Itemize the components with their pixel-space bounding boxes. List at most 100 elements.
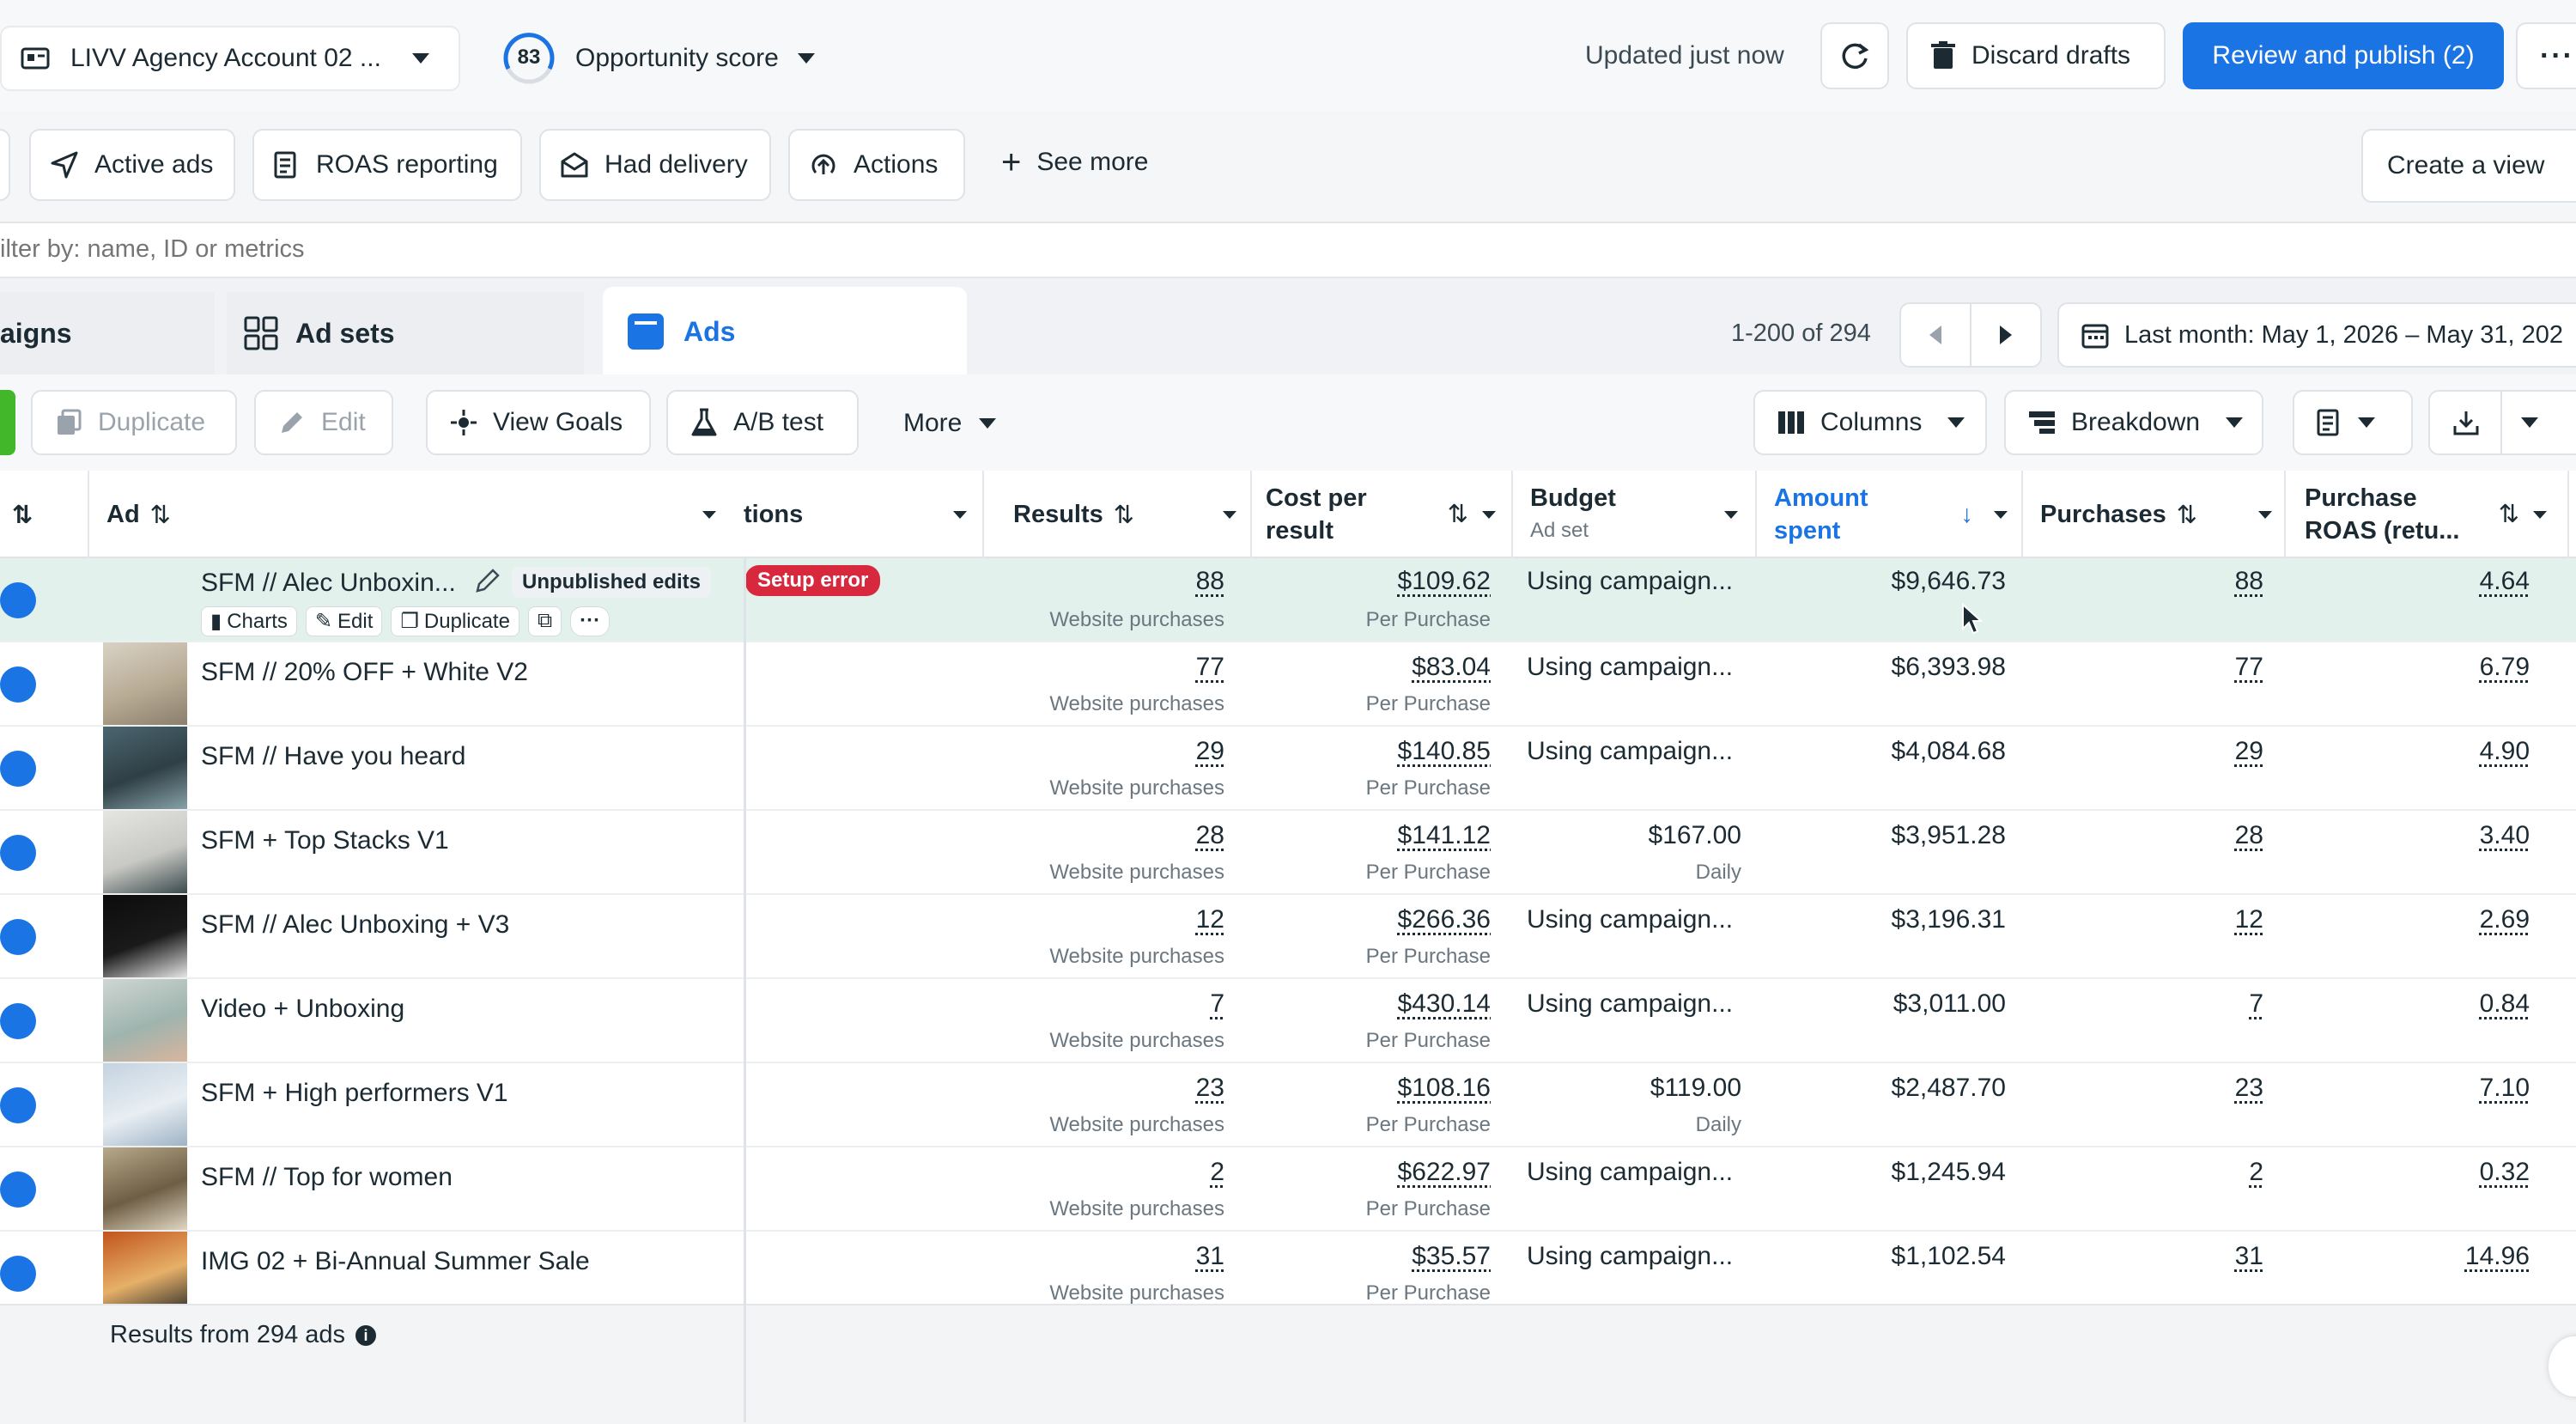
view-active-ads[interactable] bbox=[0, 129, 10, 201]
status-toggle[interactable] bbox=[0, 1003, 36, 1039]
table-row[interactable]: SFM // Top for women 2 Website purchases $6… bbox=[0, 1147, 2576, 1232]
breakdown-dropdown[interactable]: Breakdown bbox=[2004, 390, 2263, 455]
status-toggle[interactable] bbox=[0, 751, 36, 787]
purchases-value[interactable]: 28 bbox=[2235, 821, 2263, 850]
account-selector[interactable]: LIVV Agency Account 02 ... bbox=[0, 26, 460, 91]
ad-name[interactable]: SFM // 20% OFF + White V2 bbox=[201, 658, 528, 687]
ad-thumbnail[interactable] bbox=[103, 727, 187, 809]
row-more-button[interactable]: ··· bbox=[570, 606, 611, 636]
help-widget[interactable] bbox=[2549, 1336, 2576, 1397]
status-toggle[interactable] bbox=[0, 582, 36, 618]
status-toggle[interactable] bbox=[0, 666, 36, 703]
row-preview-button[interactable]: ⧉ bbox=[527, 606, 562, 636]
tab-campaigns[interactable]: aigns bbox=[0, 292, 215, 374]
view-active-ads[interactable]: Active ads bbox=[29, 129, 235, 201]
row-duplicate-button[interactable]: ❐ Duplicate bbox=[391, 606, 519, 636]
roas-value[interactable]: 6.79 bbox=[2480, 653, 2530, 682]
roas-value[interactable]: 2.69 bbox=[2480, 905, 2530, 934]
sort-icon[interactable]: ⇅ bbox=[12, 471, 33, 558]
purchases-value[interactable]: 31 bbox=[2235, 1242, 2263, 1271]
cost-per-result-value[interactable]: $140.85 bbox=[1398, 737, 1491, 766]
ad-name[interactable]: SFM + High performers V1 bbox=[201, 1079, 508, 1108]
review-publish-button[interactable]: Review and publish (2) bbox=[2183, 22, 2504, 89]
cost-per-result-value[interactable]: $109.62 bbox=[1398, 567, 1491, 596]
roas-value[interactable]: 4.90 bbox=[2480, 737, 2530, 766]
status-toggle[interactable] bbox=[0, 1256, 36, 1292]
table-row[interactable]: SFM + High performers V1 23 Website purcha… bbox=[0, 1063, 2576, 1147]
cost-per-result-value[interactable]: $83.04 bbox=[1412, 653, 1491, 682]
pencil-icon[interactable] bbox=[474, 567, 501, 599]
edit-button[interactable]: Edit bbox=[254, 390, 393, 455]
more-dropdown[interactable]: More bbox=[903, 409, 997, 438]
column-header-cost-per-result[interactable]: Cost per result ⇅ bbox=[1266, 471, 1503, 558]
column-header-amount-spent[interactable]: Amount spent ↓ bbox=[1774, 471, 2014, 558]
status-toggle[interactable] bbox=[0, 1171, 36, 1208]
create-view-button[interactable]: Create a view bbox=[2361, 129, 2576, 203]
export-button[interactable] bbox=[2428, 390, 2576, 455]
charts-button[interactable]: ▮ Charts bbox=[201, 606, 297, 636]
roas-value[interactable]: 4.64 bbox=[2480, 567, 2530, 596]
prev-page-button[interactable] bbox=[1899, 302, 1971, 368]
ad-name[interactable]: SFM // Alec Unboxing + V3 bbox=[201, 910, 509, 940]
view-actions[interactable]: Actions bbox=[788, 129, 965, 201]
cost-per-result-value[interactable]: $430.14 bbox=[1398, 989, 1491, 1019]
ad-thumbnail[interactable] bbox=[103, 979, 187, 1062]
tab-ad-sets[interactable]: Ad sets bbox=[227, 292, 584, 374]
table-row[interactable]: SFM // 20% OFF + White V2 77 Website purch… bbox=[0, 642, 2576, 727]
purchases-value[interactable]: 2 bbox=[2249, 1158, 2263, 1187]
cost-per-result-value[interactable]: $266.36 bbox=[1398, 905, 1491, 934]
create-button[interactable] bbox=[0, 390, 15, 455]
discard-drafts-button[interactable]: Discard drafts bbox=[1906, 22, 2166, 89]
tab-ads[interactable]: Ads bbox=[603, 287, 967, 376]
setup-error-badge[interactable]: Setup error bbox=[745, 565, 881, 596]
results-value[interactable]: 23 bbox=[1196, 1074, 1224, 1103]
ad-name[interactable]: SFM // Have you heard bbox=[201, 742, 465, 771]
ad-thumbnail[interactable] bbox=[103, 811, 187, 893]
refresh-button[interactable] bbox=[1820, 22, 1889, 89]
results-value[interactable]: 28 bbox=[1196, 821, 1224, 850]
results-value[interactable]: 12 bbox=[1196, 905, 1224, 934]
results-value[interactable]: 77 bbox=[1196, 653, 1224, 682]
results-value[interactable]: 31 bbox=[1196, 1242, 1224, 1271]
purchases-value[interactable]: 88 bbox=[2235, 567, 2263, 596]
column-header-budget[interactable]: Budget Ad set bbox=[1530, 471, 1745, 558]
column-header-actions[interactable]: tions bbox=[744, 471, 984, 558]
table-row[interactable]: SFM // Alec Unboxin... Unpublished edits… bbox=[0, 558, 2576, 642]
status-toggle[interactable] bbox=[0, 919, 36, 955]
ad-thumbnail[interactable] bbox=[103, 895, 187, 977]
results-value[interactable]: 88 bbox=[1196, 567, 1224, 596]
ad-name[interactable]: SFM + Top Stacks V1 bbox=[201, 826, 449, 855]
see-more-button[interactable]: + See more bbox=[1001, 145, 1148, 180]
more-options-button[interactable]: ··· bbox=[2516, 22, 2576, 89]
date-range-picker[interactable]: Last month: May 1, 2026 – May 31, 202 bbox=[2057, 302, 2576, 368]
ad-name[interactable]: SFM // Alec Unboxin... bbox=[201, 569, 456, 598]
purchases-value[interactable]: 7 bbox=[2249, 989, 2263, 1019]
reports-dropdown[interactable] bbox=[2293, 390, 2413, 455]
cost-per-result-value[interactable]: $141.12 bbox=[1398, 821, 1491, 850]
column-header-ad[interactable]: Ad ⇅ bbox=[106, 471, 733, 558]
purchases-value[interactable]: 12 bbox=[2235, 905, 2263, 934]
table-row[interactable]: Video + Unboxing 7 Website purchases $430.1… bbox=[0, 979, 2576, 1063]
ab-test-button[interactable]: A/B test bbox=[666, 390, 859, 455]
purchases-value[interactable]: 77 bbox=[2235, 653, 2263, 682]
ad-thumbnail[interactable] bbox=[103, 1232, 187, 1314]
cost-per-result-value[interactable]: $35.57 bbox=[1412, 1242, 1491, 1271]
status-toggle[interactable] bbox=[0, 1087, 36, 1123]
ad-name[interactable]: SFM // Top for women bbox=[201, 1163, 453, 1192]
roas-value[interactable]: 14.96 bbox=[2465, 1242, 2530, 1271]
results-value[interactable]: 7 bbox=[1210, 989, 1224, 1019]
table-row[interactable]: SFM // Alec Unboxing + V3 12 Website purch… bbox=[0, 895, 2576, 979]
ad-thumbnail[interactable] bbox=[103, 1147, 187, 1230]
status-toggle[interactable] bbox=[0, 835, 36, 871]
roas-value[interactable]: 3.40 bbox=[2480, 821, 2530, 850]
opportunity-score[interactable]: 83 Opportunity score bbox=[501, 31, 815, 86]
roas-value[interactable]: 7.10 bbox=[2480, 1074, 2530, 1103]
table-row[interactable]: SFM + Top Stacks V1 28 Website purchases $1… bbox=[0, 811, 2576, 895]
ad-thumbnail[interactable] bbox=[103, 1063, 187, 1146]
ad-name[interactable]: IMG 02 + Bi-Annual Summer Sale bbox=[201, 1247, 590, 1276]
purchases-value[interactable]: 29 bbox=[2235, 737, 2263, 766]
view-roas-reporting[interactable]: ROAS reporting bbox=[252, 129, 522, 201]
row-edit-button[interactable]: ✎ Edit bbox=[305, 606, 383, 636]
column-header-purchases[interactable]: Purchases ⇅ bbox=[2040, 471, 2272, 558]
results-value[interactable]: 2 bbox=[1210, 1158, 1224, 1187]
